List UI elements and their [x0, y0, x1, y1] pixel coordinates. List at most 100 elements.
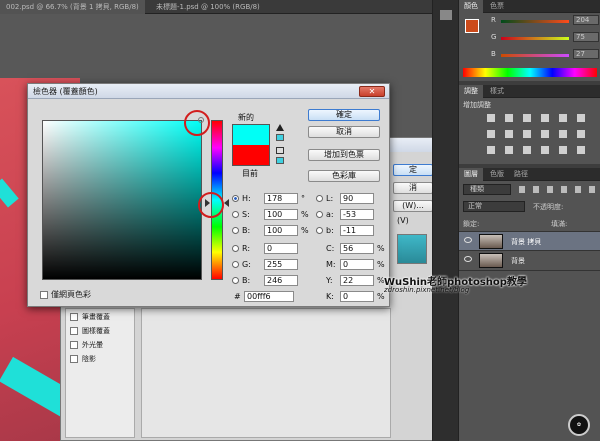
list-item[interactable]: 陰影 — [70, 354, 96, 364]
cancel-button[interactable]: 取消 — [308, 126, 380, 138]
color-picker-marker[interactable] — [198, 117, 204, 123]
web-safe-cube-icon[interactable] — [276, 147, 284, 154]
radio-s[interactable] — [232, 210, 239, 218]
tab-layers[interactable]: 圖層 — [459, 168, 483, 181]
tab-styles[interactable]: 樣式 — [485, 85, 509, 98]
radio-h[interactable] — [232, 194, 239, 202]
checkbox[interactable] — [70, 355, 78, 363]
field-s: S: 100 % — [232, 208, 309, 220]
tab-channels[interactable]: 色版 — [485, 168, 509, 181]
input-k[interactable]: 0 — [340, 290, 374, 302]
radio-rgb-b[interactable] — [232, 276, 239, 284]
color-g-slider[interactable] — [501, 37, 569, 40]
new-color-swatch — [232, 124, 270, 145]
radio-lab-b[interactable] — [316, 226, 323, 234]
color-panel-tabbar: 顏色 色票 — [459, 0, 600, 13]
tab-paths[interactable]: 路徑 — [509, 168, 533, 181]
web-colors-only-option[interactable]: 僅網頁色彩 — [40, 289, 91, 300]
radio-b[interactable] — [232, 226, 239, 234]
color-r-input[interactable]: 204 — [573, 15, 599, 25]
list-item[interactable]: 圖樣覆蓋 — [70, 326, 110, 336]
eye-icon[interactable] — [464, 237, 472, 243]
current-color-swatch[interactable] — [232, 145, 270, 166]
document-tabbar: 002.psd @ 66.7% (背景 1 拷貝, RGB/8) 未標題-1.p… — [0, 0, 432, 14]
adjustment-icons-grid[interactable] — [487, 114, 587, 160]
ls-cancel-button[interactable]: 消 — [393, 182, 433, 194]
field-b: B: 100 % — [232, 224, 309, 236]
input-l[interactable]: 90 — [340, 192, 374, 204]
doc-tab-untitled[interactable]: 未標題-1.psd @ 100% (RGB/8) — [150, 0, 266, 14]
tab-color[interactable]: 顏色 — [459, 0, 483, 13]
input-c[interactable]: 56 — [340, 242, 374, 254]
web-colors-checkbox[interactable] — [40, 290, 48, 299]
panel-toggle-icon[interactable] — [440, 10, 452, 20]
watermark-seal-icon: ✿ — [568, 414, 590, 436]
color-picker-dialog: 檢色器 (覆蓋顏色) ✕ 僅網頁色彩 新的 目前 確定 取消 增加到色票 色彩庫… — [27, 83, 390, 307]
ls-ok-button[interactable]: 定 — [393, 164, 433, 176]
ok-button[interactable]: 確定 — [308, 109, 380, 121]
hue-slider-arrow-right-icon[interactable] — [224, 199, 229, 207]
field-l: L: 90 — [316, 192, 374, 204]
input-hex[interactable]: 00fff6 — [244, 290, 294, 302]
color-b-input[interactable]: 27 — [573, 49, 599, 59]
color-r-slider[interactable] — [501, 20, 569, 23]
color-libraries-button[interactable]: 色彩庫 — [308, 170, 380, 182]
list-item[interactable]: 外光暈 — [70, 340, 103, 350]
gamut-swatch[interactable] — [276, 134, 284, 141]
list-item[interactable]: 筆畫覆蓋 — [70, 312, 110, 322]
color-b-slider[interactable] — [501, 54, 569, 57]
input-lab-b[interactable]: -11 — [340, 224, 374, 236]
dialog-title: 檢色器 (覆蓋顏色) — [33, 87, 98, 96]
input-s[interactable]: 100 — [264, 208, 298, 220]
tab-swatches[interactable]: 色票 — [485, 0, 509, 13]
color-r-label: R — [491, 16, 496, 24]
field-y: Y: 22 % — [326, 274, 385, 286]
input-m[interactable]: 0 — [340, 258, 374, 270]
radio-a[interactable] — [316, 210, 323, 218]
layer-filter-icons[interactable] — [519, 186, 597, 193]
opacity-label: 不透明度: — [533, 203, 564, 211]
radio-r[interactable] — [232, 244, 239, 252]
add-to-swatches-button[interactable]: 增加到色票 — [308, 149, 380, 161]
input-y[interactable]: 22 — [340, 274, 374, 286]
input-h[interactable]: 178 — [264, 192, 298, 204]
input-a[interactable]: -53 — [340, 208, 374, 220]
out-of-gamut-warning-icon[interactable] — [276, 124, 284, 131]
ls-settings-area — [141, 308, 391, 438]
radio-g[interactable] — [232, 260, 239, 268]
web-colors-label: 僅網頁色彩 — [51, 290, 91, 299]
eye-icon[interactable] — [464, 256, 472, 262]
current-color-label: 目前 — [242, 169, 258, 178]
saturation-brightness-field[interactable] — [42, 120, 202, 280]
input-g[interactable]: 255 — [264, 258, 298, 270]
color-picker-titlebar[interactable]: 檢色器 (覆蓋顏色) ✕ — [28, 84, 389, 99]
adjust-panel: 增加調整 — [459, 98, 600, 164]
checkbox[interactable] — [70, 313, 78, 321]
color-spectrum-bar[interactable] — [463, 68, 597, 77]
checkbox[interactable] — [70, 341, 78, 349]
field-r: R: 0 — [232, 242, 298, 254]
layer-name[interactable]: 背景 拷貝 — [511, 237, 541, 247]
field-h: H: 178 ° — [232, 192, 309, 204]
blend-mode-select[interactable]: 正常 — [463, 201, 525, 212]
layer-thumbnail — [479, 234, 503, 249]
layer-filter-select[interactable]: 種類 — [463, 184, 511, 195]
radio-l[interactable] — [316, 194, 323, 202]
color-g-label: G — [491, 33, 497, 41]
layer-row[interactable]: 背景 — [459, 251, 600, 271]
input-r[interactable]: 0 — [264, 242, 298, 254]
input-rgb-b[interactable]: 246 — [264, 274, 298, 286]
layer-name[interactable]: 背景 — [511, 256, 525, 266]
doc-tab-002[interactable]: 002.psd @ 66.7% (背景 1 拷貝, RGB/8) — [0, 0, 145, 14]
adjust-title: 增加調整 — [463, 101, 491, 109]
input-b[interactable]: 100 — [264, 224, 298, 236]
foreground-color-swatch[interactable] — [465, 19, 479, 33]
field-c: C: 56 % — [326, 242, 385, 254]
layer-row-selected[interactable]: 背景 拷貝 — [459, 231, 600, 251]
web-safe-swatch[interactable] — [276, 157, 284, 164]
ls-new-style-button[interactable]: (W)... — [393, 200, 433, 212]
checkbox[interactable] — [70, 327, 78, 335]
close-icon[interactable]: ✕ — [359, 86, 385, 97]
tab-adjustments[interactable]: 調整 — [459, 85, 483, 98]
color-g-input[interactable]: 75 — [573, 32, 599, 42]
